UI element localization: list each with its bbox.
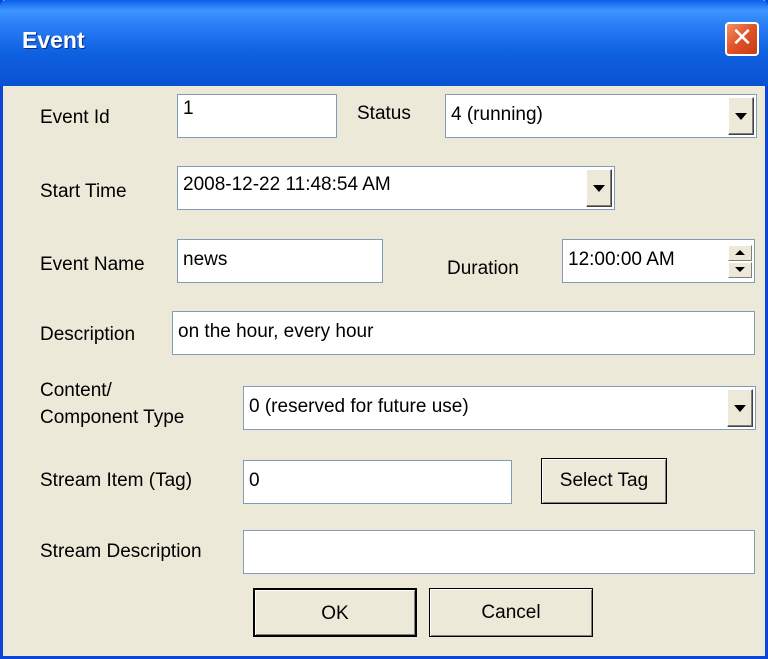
event-id-label: Event Id xyxy=(40,107,110,128)
window-title: Event xyxy=(22,27,85,53)
duration-value: 12:00:00 AM xyxy=(568,249,675,270)
event-name-field[interactable]: news xyxy=(177,239,383,283)
spinner-down-icon[interactable] xyxy=(728,262,752,278)
close-icon[interactable]: ✕ xyxy=(725,22,759,56)
stream-description-field[interactable] xyxy=(243,530,755,574)
content-type-label-line1: Content/ xyxy=(40,380,112,401)
stream-description-label: Stream Description xyxy=(40,541,202,562)
status-value: 4 (running) xyxy=(451,104,543,125)
stream-item-value: 0 xyxy=(249,470,260,491)
start-time-value: 2008-12-22 11:48:54 AM xyxy=(183,174,391,195)
content-type-dropdown[interactable]: 0 (reserved for future use) xyxy=(243,386,756,430)
event-id-value: 1 xyxy=(183,98,194,119)
stream-item-field[interactable]: 0 xyxy=(243,460,512,504)
chevron-down-icon[interactable] xyxy=(728,97,754,135)
event-name-label: Event Name xyxy=(40,254,145,275)
content-type-value: 0 (reserved for future use) xyxy=(249,396,469,417)
chevron-down-icon[interactable] xyxy=(586,169,612,207)
event-id-field[interactable]: 1 xyxy=(177,94,337,138)
cancel-button[interactable]: Cancel xyxy=(429,588,593,637)
duration-field[interactable]: 12:00:00 AM xyxy=(562,239,755,283)
chevron-down-icon[interactable] xyxy=(727,389,753,427)
event-dialog: Event ✕ Event Id 1 Status 4 (running) St… xyxy=(0,0,768,659)
start-time-label: Start Time xyxy=(40,181,127,202)
select-tag-button[interactable]: Select Tag xyxy=(541,458,667,504)
event-name-value: news xyxy=(183,249,228,270)
description-value: on the hour, every hour xyxy=(178,321,374,342)
description-label: Description xyxy=(40,324,136,345)
duration-label: Duration xyxy=(447,258,519,279)
ok-button[interactable]: OK xyxy=(253,588,417,637)
stream-item-label: Stream Item (Tag) xyxy=(40,470,193,491)
title-bar[interactable]: Event ✕ xyxy=(0,0,768,86)
description-field[interactable]: on the hour, every hour xyxy=(172,311,755,355)
spinner-up-icon[interactable] xyxy=(728,245,752,261)
content-type-label-line2: Component Type xyxy=(40,407,185,428)
status-label: Status xyxy=(357,103,411,124)
status-dropdown[interactable]: 4 (running) xyxy=(445,94,757,138)
start-time-picker[interactable]: 2008-12-22 11:48:54 AM xyxy=(177,166,615,210)
